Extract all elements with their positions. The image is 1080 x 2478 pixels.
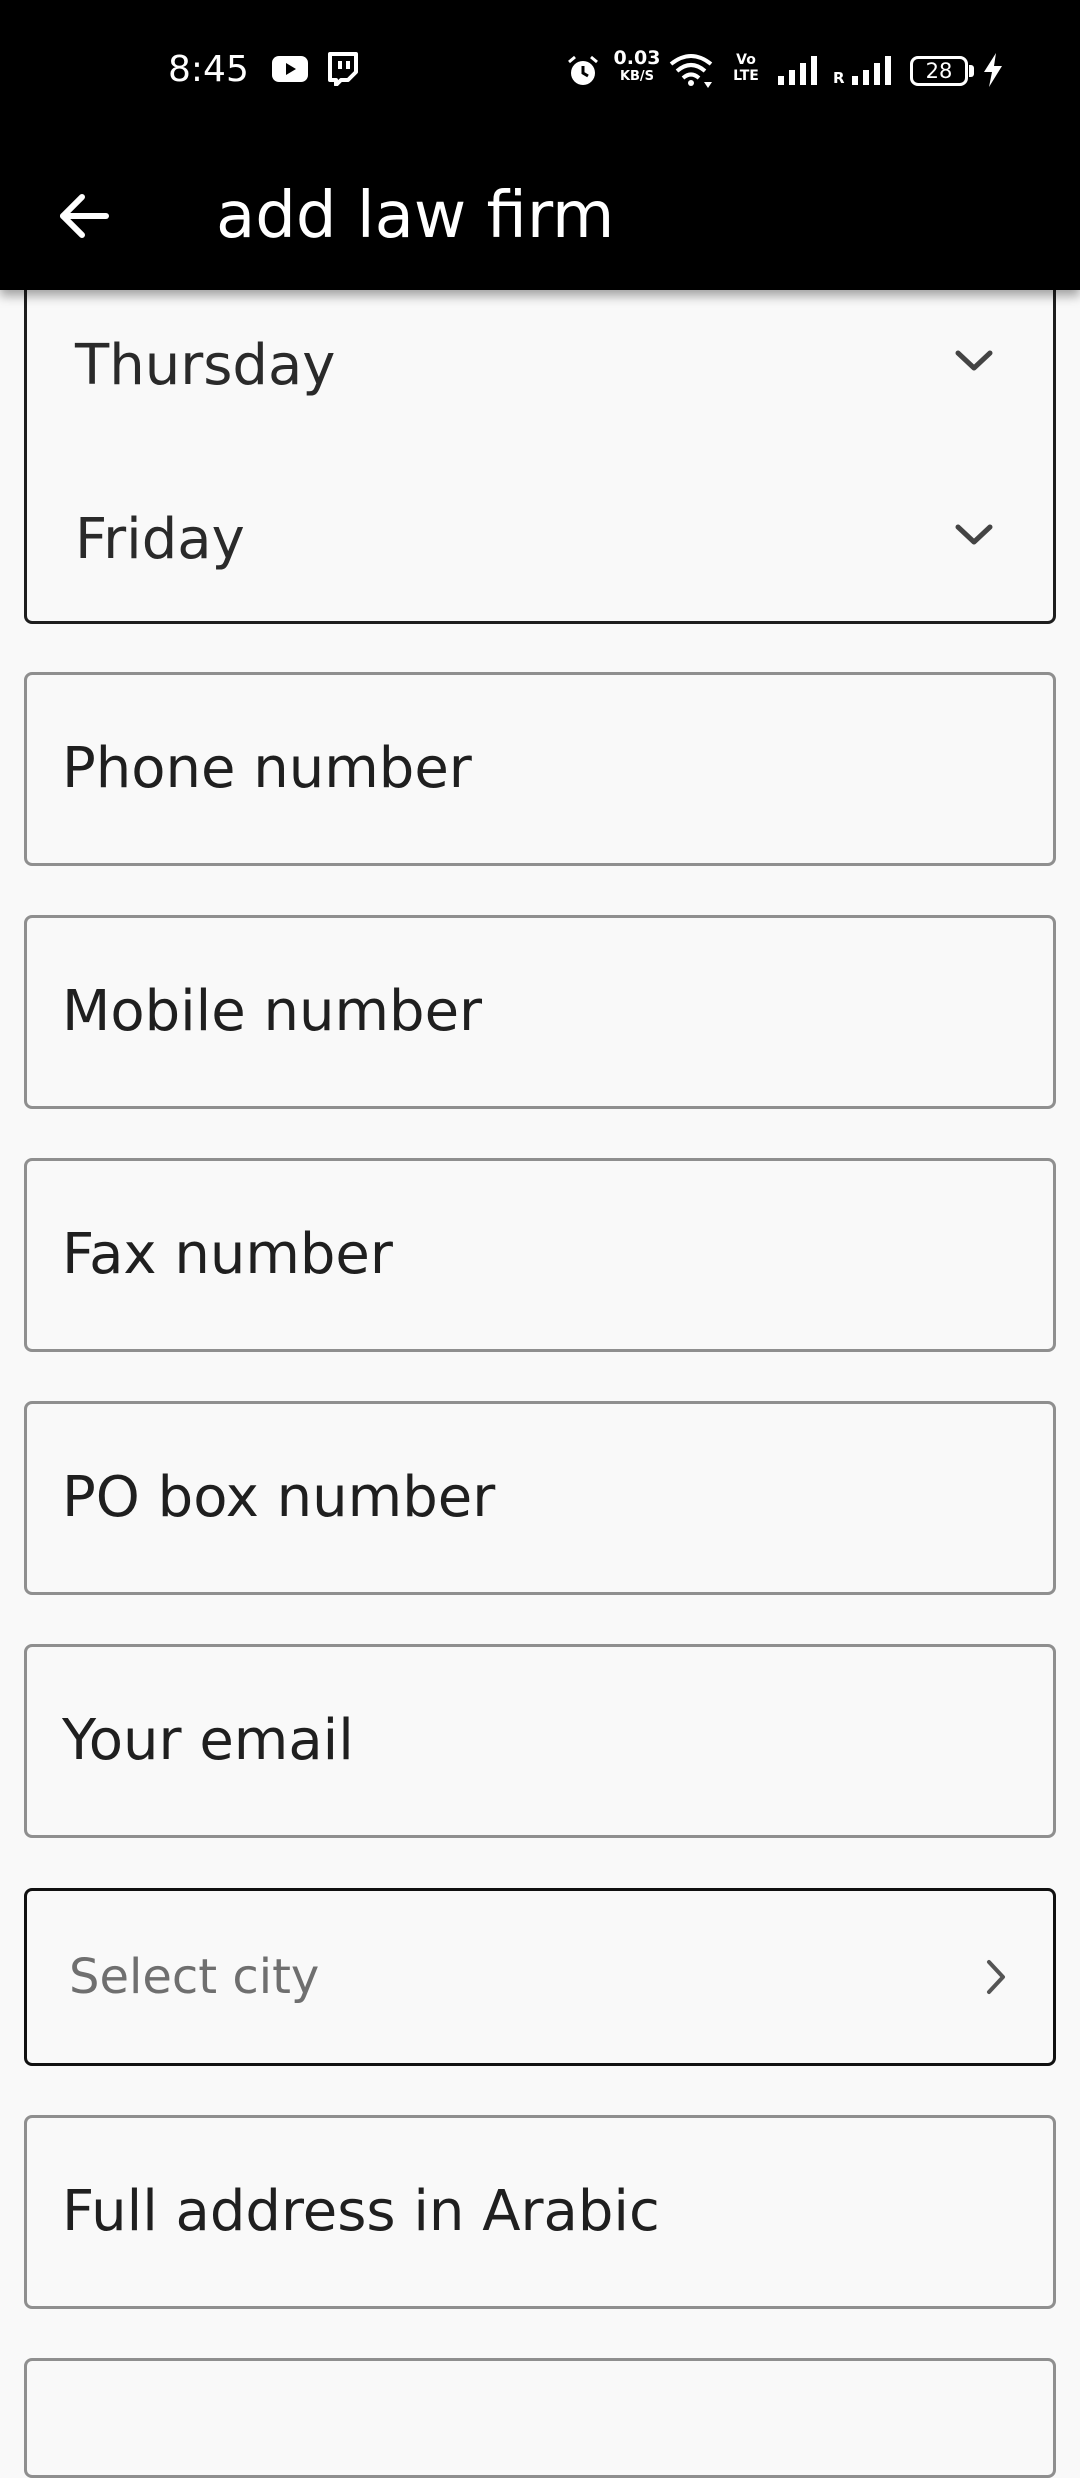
- day-dropdown-thursday[interactable]: Thursday: [27, 311, 1053, 421]
- day-label: Friday: [75, 507, 245, 572]
- wifi-icon: [669, 54, 713, 88]
- chevron-right-icon: [987, 1960, 1005, 1994]
- day-dropdown-friday[interactable]: Friday: [27, 485, 1053, 595]
- network-speed: 0.03 KB/S: [608, 47, 666, 85]
- arrow-left-icon: [60, 194, 109, 238]
- signal-icon: [778, 56, 817, 85]
- app-bar: add law firm: [0, 140, 1080, 290]
- status-time: 8:45: [168, 49, 249, 90]
- phone-number-field[interactable]: Phone number: [24, 672, 1056, 866]
- fax-number-field[interactable]: Fax number: [24, 1158, 1056, 1352]
- next-field-partial[interactable]: [24, 2358, 1056, 2478]
- volte-bottom: LTE: [733, 68, 759, 84]
- mobile-number-field[interactable]: Mobile number: [24, 915, 1056, 1109]
- address-arabic-label: Full address in Arabic: [62, 2179, 660, 2244]
- roaming-indicator: R: [833, 69, 845, 87]
- volte-top: Vo: [736, 52, 756, 68]
- email-label: Your email: [62, 1708, 354, 1773]
- volte-indicator: Vo LTE: [726, 52, 766, 84]
- city-select[interactable]: Select city: [24, 1888, 1056, 2066]
- fax-number-label: Fax number: [62, 1222, 393, 1287]
- phone-number-label: Phone number: [62, 736, 472, 801]
- network-speed-value: 0.03: [613, 47, 661, 69]
- city-placeholder: Select city: [69, 1949, 320, 2005]
- chevron-down-icon: [955, 350, 993, 371]
- po-box-label: PO box number: [62, 1465, 496, 1530]
- youtube-icon: [272, 56, 308, 82]
- back-button[interactable]: [38, 170, 130, 262]
- battery-tip: [969, 65, 974, 77]
- battery-icon: 28: [910, 56, 968, 86]
- email-field[interactable]: Your email: [24, 1644, 1056, 1838]
- mobile-number-label: Mobile number: [62, 979, 483, 1044]
- battery-level: 28: [925, 59, 953, 83]
- form-content: Thursday Friday Phone number Mobile numb…: [0, 0, 1080, 2478]
- alarm-icon: [568, 55, 598, 85]
- status-bar: 8:45 0.03 KB/S Vo LTE R 28: [0, 0, 1080, 140]
- twitch-icon: [328, 52, 358, 86]
- chevron-down-icon: [955, 524, 993, 545]
- charging-icon: [984, 53, 1002, 87]
- address-arabic-field[interactable]: Full address in Arabic: [24, 2115, 1056, 2309]
- signal-icon: [852, 56, 891, 85]
- day-label: Thursday: [75, 333, 336, 398]
- page-title: add law firm: [216, 179, 615, 253]
- network-speed-unit: KB/S: [619, 69, 655, 84]
- po-box-field[interactable]: PO box number: [24, 1401, 1056, 1595]
